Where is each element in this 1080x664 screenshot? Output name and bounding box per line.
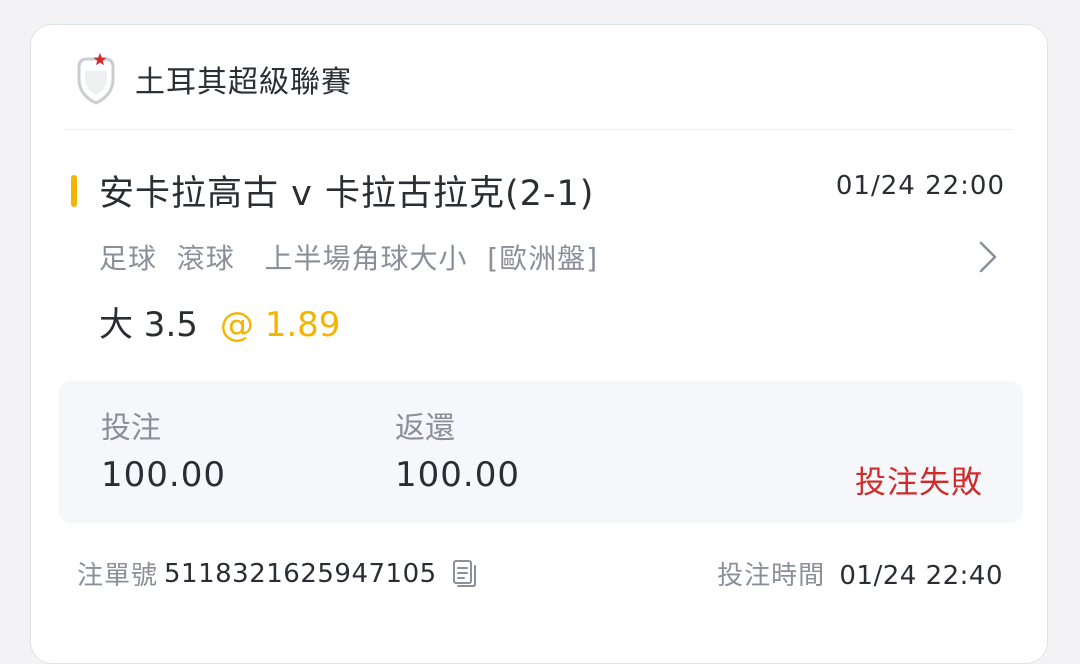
copy-icon[interactable] bbox=[451, 558, 477, 590]
bet-time-value: 01/24 22:40 bbox=[839, 561, 1003, 591]
stake-value: 100.00 bbox=[101, 455, 226, 495]
turkish-league-logo-icon bbox=[73, 51, 119, 107]
bet-selection: 大 3.5 @ 1.89 bbox=[99, 297, 340, 346]
league-header: 土耳其超級聯賽 bbox=[73, 49, 352, 109]
order-number-value: 5118321625947105 bbox=[164, 558, 437, 589]
return-label: 返還 bbox=[395, 411, 455, 446]
bet-record-card: 土耳其超級聯賽 安卡拉高古 v 卡拉古拉克(2-1) 01/24 22:00 足… bbox=[30, 24, 1048, 664]
match-title: 安卡拉高古 v 卡拉古拉克(2-1) bbox=[99, 174, 595, 214]
return-column: 返還 100.00 bbox=[395, 403, 520, 495]
bet-summary-panel: 投注 100.00 返還 100.00 投注失敗 bbox=[59, 381, 1023, 523]
match-time: 01/24 22:00 bbox=[835, 171, 1005, 201]
bet-time-row: 投注時間 01/24 22:40 bbox=[717, 555, 1003, 592]
stake-column: 投注 100.00 bbox=[101, 403, 226, 495]
match-accent-bar bbox=[71, 175, 77, 207]
status-badge: 投注失敗 bbox=[855, 465, 983, 501]
header-divider bbox=[65, 129, 1013, 130]
chevron-right-icon[interactable] bbox=[975, 237, 1001, 277]
return-value: 100.00 bbox=[395, 455, 520, 495]
league-name: 土耳其超級聯賽 bbox=[135, 65, 352, 100]
order-number-label: 注單號 bbox=[77, 561, 159, 591]
stake-label: 投注 bbox=[101, 411, 161, 446]
selection-label: 大 3.5 bbox=[99, 305, 198, 345]
order-number-row: 注單號 5118321625947105 bbox=[77, 555, 477, 592]
bet-time-label: 投注時間 bbox=[717, 561, 826, 591]
bet-description: 足球 滾球 上半場角球大小 [歐洲盤] bbox=[99, 242, 599, 275]
odds-value: @ 1.89 bbox=[219, 305, 341, 345]
